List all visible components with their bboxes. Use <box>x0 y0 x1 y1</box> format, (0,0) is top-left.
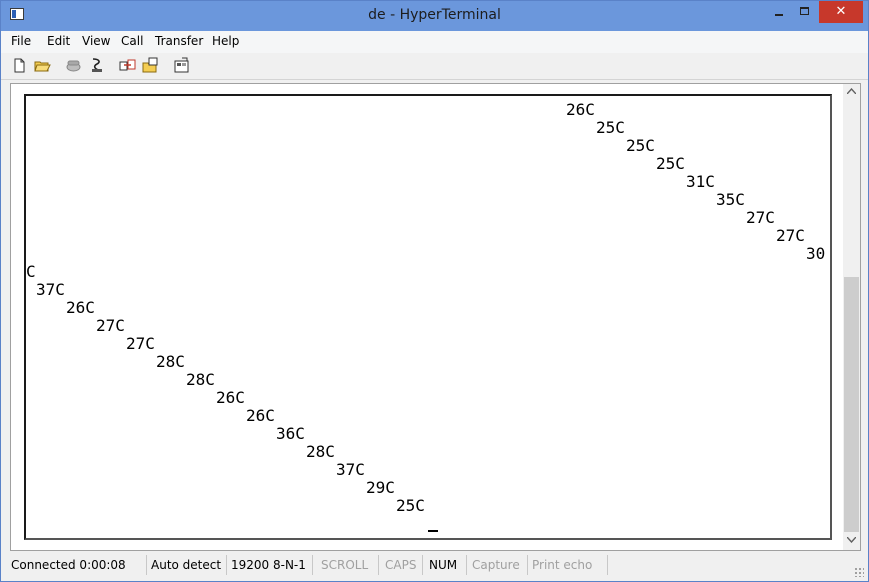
terminal-line: 37C <box>336 460 365 479</box>
title-bar[interactable]: de - HyperTerminal ✕ <box>1 1 868 31</box>
scroll-thumb[interactable] <box>844 277 859 532</box>
minimize-button[interactable] <box>766 1 792 23</box>
chevron-up-icon <box>846 87 857 95</box>
terminal-line: 25C <box>626 136 655 155</box>
properties-icon[interactable] <box>173 57 190 74</box>
close-icon: ✕ <box>835 4 847 19</box>
terminal-line: 25C <box>596 118 625 137</box>
terminal-line: 26C <box>216 388 245 407</box>
scroll-up-button[interactable] <box>843 84 860 101</box>
terminal-line: 25C <box>396 496 425 515</box>
menu-edit[interactable]: Edit <box>47 34 70 48</box>
terminal-line: 36C <box>276 424 305 443</box>
open-icon[interactable] <box>34 57 51 74</box>
resize-grip-icon[interactable] <box>854 567 864 577</box>
disconnect-icon[interactable] <box>65 57 82 74</box>
vertical-scrollbar[interactable] <box>843 84 860 550</box>
status-bar: Connected 0:00:08 Auto detect 19200 8-N-… <box>1 553 868 581</box>
status-capture: Capture <box>468 555 528 575</box>
terminal-line: 35C <box>716 190 745 209</box>
terminal-line: 27C <box>126 334 155 353</box>
terminal-line: 25C <box>656 154 685 173</box>
status-detect: Auto detect <box>147 555 227 575</box>
terminal-line: 26C <box>66 298 95 317</box>
status-settings: 19200 8-N-1 <box>227 555 313 575</box>
terminal-line: 27C <box>776 226 805 245</box>
terminal-line: 26C <box>566 100 595 119</box>
terminal-line: 28C <box>186 370 215 389</box>
minimize-icon <box>775 14 783 16</box>
terminal-line: 28C <box>156 352 185 371</box>
status-scroll: SCROLL <box>317 555 379 575</box>
terminal-line: 30 <box>806 244 826 263</box>
toolbar <box>1 53 868 80</box>
send-icon[interactable] <box>119 57 136 74</box>
menu-bar: File Edit View Call Transfer Help <box>1 31 868 53</box>
terminal-screen[interactable]: 26C 25C 25C 25C 31C 35C 27C 27C 30 C 37C… <box>24 94 832 540</box>
status-caps: CAPS <box>381 555 423 575</box>
terminal-line: 27C <box>746 208 775 227</box>
dial-icon[interactable] <box>89 57 106 74</box>
terminal-line: 37C <box>36 280 65 299</box>
menu-call[interactable]: Call <box>121 34 143 48</box>
new-icon[interactable] <box>11 57 28 74</box>
terminal-line: 28C <box>306 442 335 461</box>
window-title: de - HyperTerminal <box>368 7 501 23</box>
close-button[interactable]: ✕ <box>819 1 863 23</box>
status-print-echo: Print echo <box>528 555 608 575</box>
status-num: NUM <box>425 555 467 575</box>
menu-help[interactable]: Help <box>212 34 239 48</box>
terminal-line: 29C <box>366 478 395 497</box>
terminal-line: 31C <box>686 172 715 191</box>
hyperterminal-window: de - HyperTerminal ✕ File Edit View Call… <box>0 0 869 582</box>
menu-transfer[interactable]: Transfer <box>155 34 203 48</box>
terminal-line: 26C <box>246 406 275 425</box>
receive-icon[interactable] <box>142 57 159 74</box>
terminal-line: 27C <box>96 316 125 335</box>
maximize-button[interactable] <box>792 1 818 23</box>
terminal-line: C <box>26 262 36 281</box>
text-cursor <box>428 530 438 532</box>
scroll-down-button[interactable] <box>843 533 860 550</box>
status-connected: Connected 0:00:08 <box>7 555 147 575</box>
maximize-icon <box>800 7 809 15</box>
menu-file[interactable]: File <box>11 34 31 48</box>
terminal-pane[interactable]: 26C 25C 25C 25C 31C 35C 27C 27C 30 C 37C… <box>10 83 861 551</box>
menu-view[interactable]: View <box>82 34 110 48</box>
chevron-down-icon <box>846 536 857 544</box>
